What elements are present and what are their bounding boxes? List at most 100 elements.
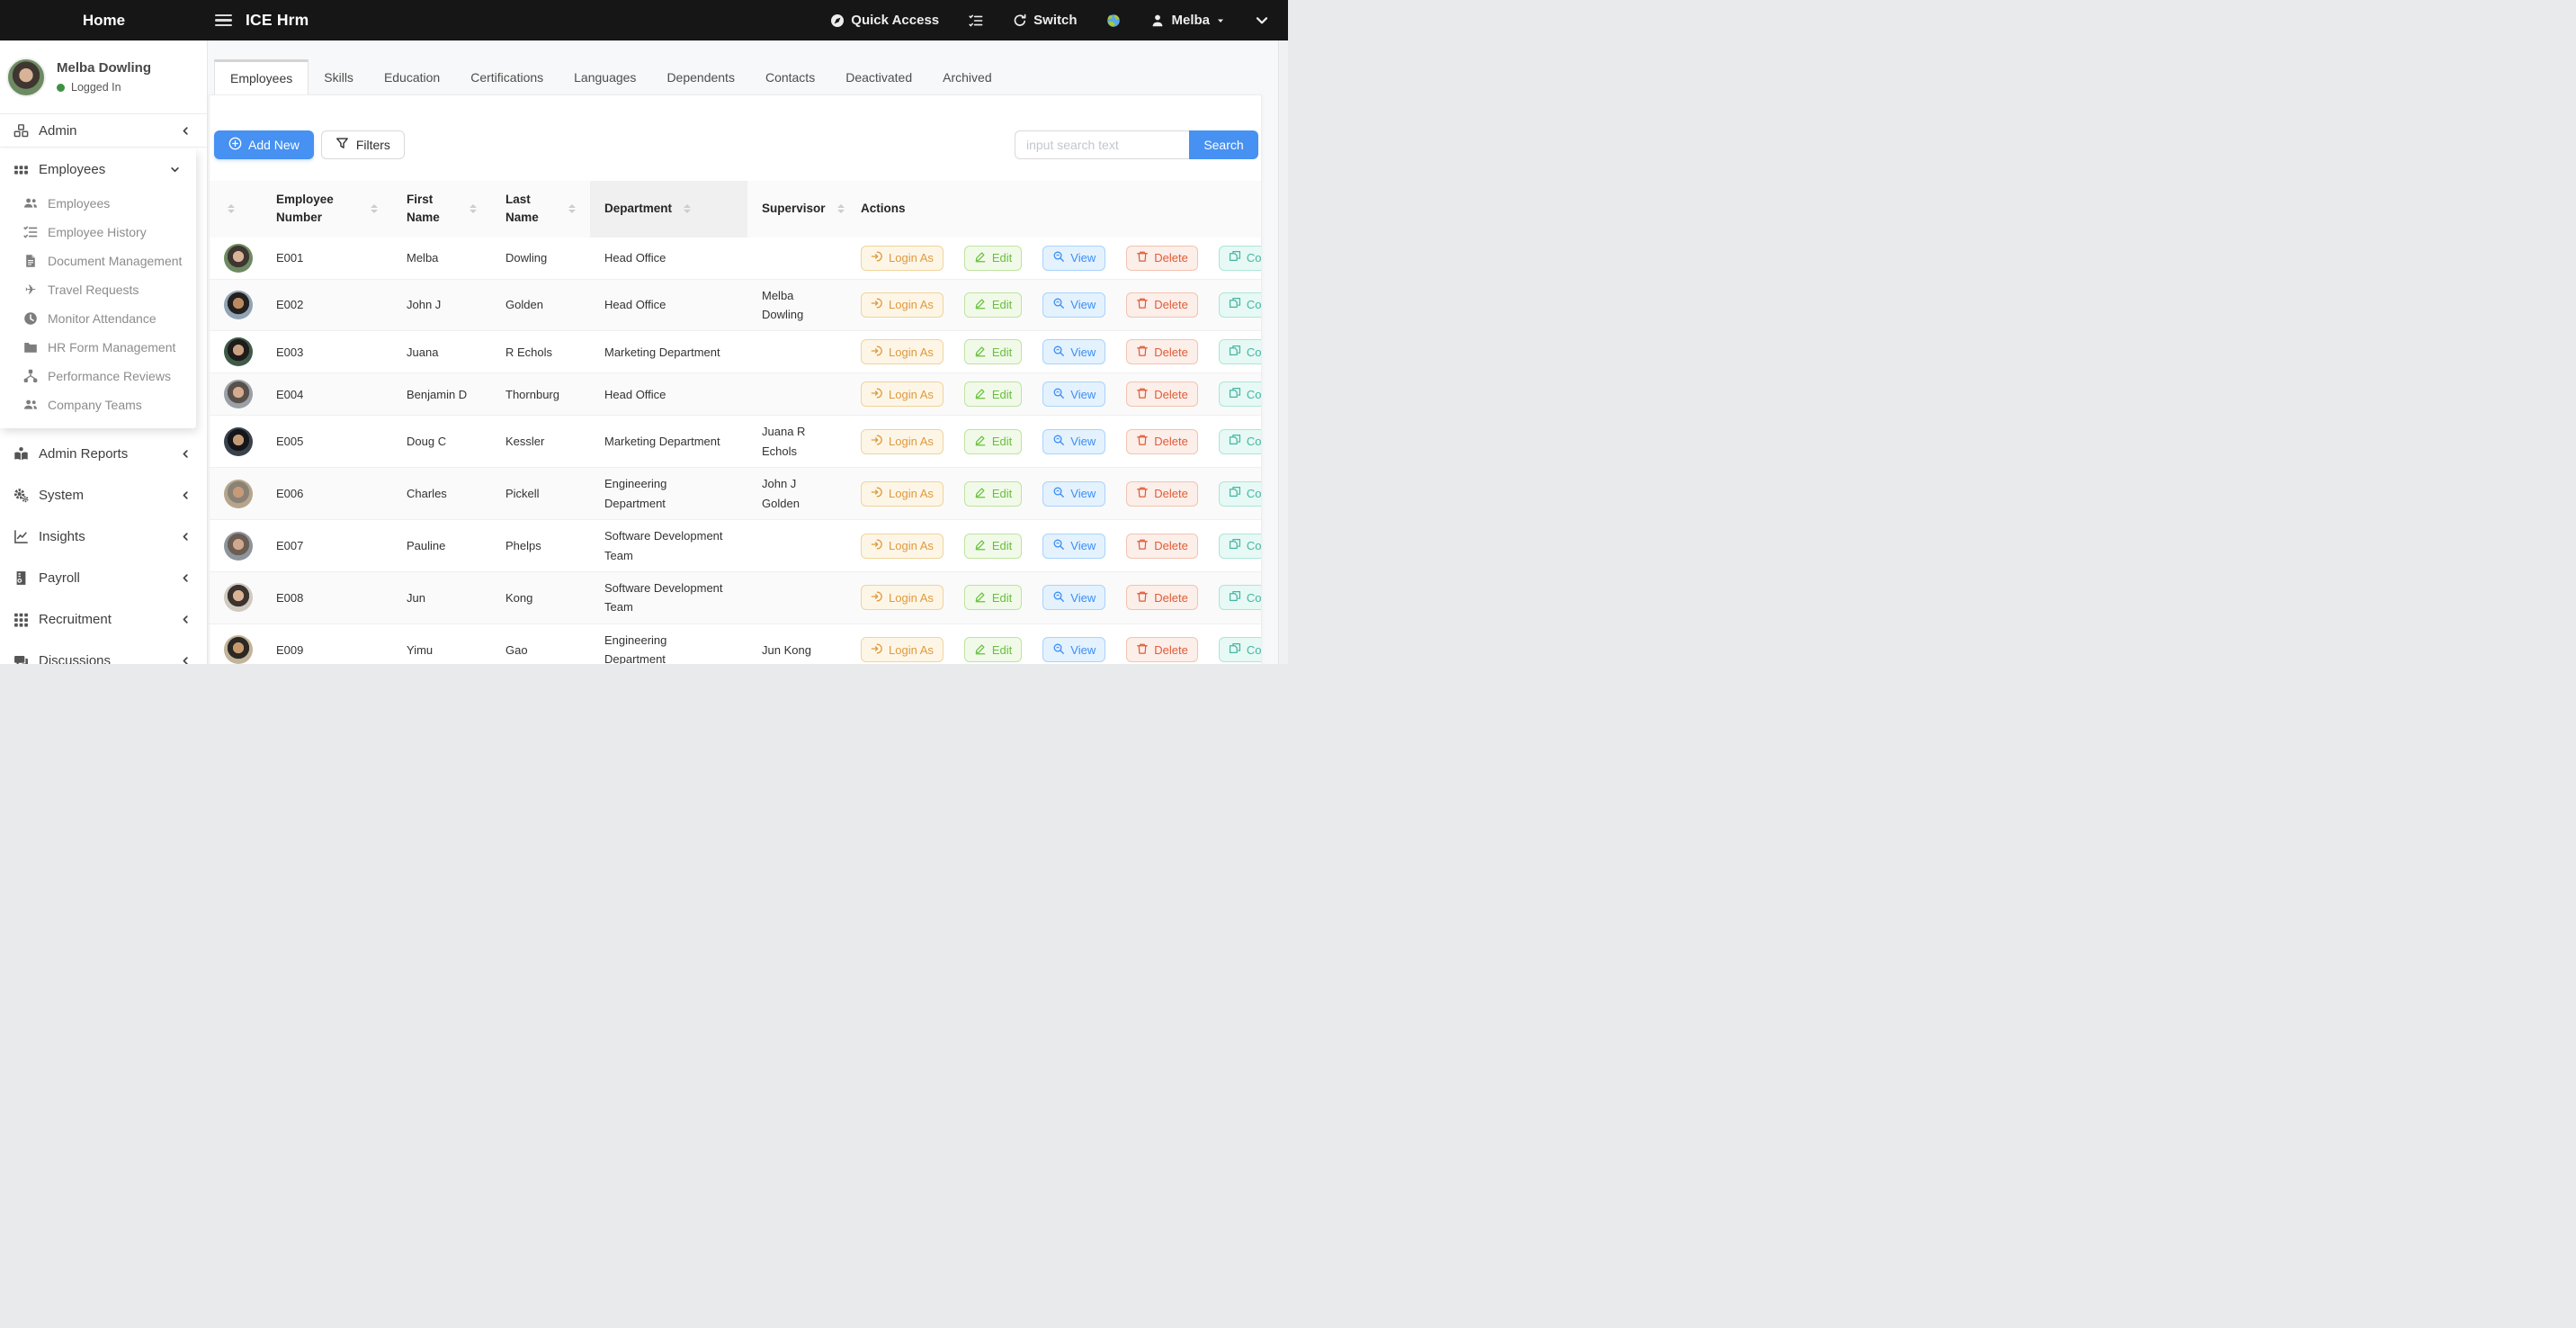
copy-button[interactable]: Copy — [1219, 481, 1262, 507]
sidebar-subitem-employee-history[interactable]: Employee History — [0, 218, 196, 247]
collapse-header-button[interactable] — [1255, 13, 1269, 28]
login-as-button[interactable]: Login As — [861, 292, 944, 318]
view-button[interactable]: View — [1042, 585, 1105, 610]
sidebar-subitem-company-teams[interactable]: Company Teams — [0, 390, 196, 419]
delete-button[interactable]: Delete — [1126, 585, 1198, 610]
sidebar-item-employees[interactable]: Employees — [0, 149, 196, 189]
switch-button[interactable]: Switch — [1013, 13, 1077, 28]
first-name-cell: Doug C — [392, 416, 491, 468]
first-name-cell: Jun — [392, 572, 491, 624]
edit-button[interactable]: Edit — [964, 585, 1022, 610]
delete-button[interactable]: Delete — [1126, 246, 1198, 271]
hamburger-menu-icon[interactable] — [215, 14, 232, 26]
view-button[interactable]: View — [1042, 534, 1105, 559]
quick-access-button[interactable]: Quick Access — [830, 13, 939, 28]
user-menu[interactable]: Melba — [1150, 13, 1225, 28]
tab-contacts[interactable]: Contacts — [750, 59, 830, 94]
sidebar-item-discussions[interactable]: Discussions — [0, 640, 207, 664]
scrollbar[interactable] — [1278, 40, 1288, 664]
sidebar-item-system[interactable]: System — [0, 474, 207, 516]
delete-button[interactable]: Delete — [1126, 429, 1198, 454]
column-header-last-name[interactable]: Last Name — [491, 181, 590, 238]
avatar-cell — [210, 520, 262, 572]
tab-archived[interactable]: Archived — [927, 59, 1006, 94]
copy-button[interactable]: Copy — [1219, 429, 1262, 454]
sidebar-expanded-section: EmployeesEmployeesEmployee HistoryDocume… — [0, 149, 196, 428]
view-button[interactable]: View — [1042, 381, 1105, 407]
edit-button[interactable]: Edit — [964, 339, 1022, 364]
sidebar-subitem-monitor-attendance[interactable]: Monitor Attendance — [0, 304, 196, 333]
filters-button[interactable]: Filters — [321, 130, 405, 159]
login-as-button[interactable]: Login As — [861, 585, 944, 610]
task-list-button[interactable] — [969, 13, 983, 28]
view-button[interactable]: View — [1042, 339, 1105, 364]
login-as-button[interactable]: Login As — [861, 534, 944, 559]
edit-button[interactable]: Edit — [964, 637, 1022, 662]
sidebar-subitem-employees[interactable]: Employees — [0, 189, 196, 218]
tab-deactivated[interactable]: Deactivated — [830, 59, 927, 94]
copy-button[interactable]: Copy — [1219, 381, 1262, 407]
search-input[interactable] — [1015, 130, 1189, 159]
login-as-button[interactable]: Login As — [861, 339, 944, 364]
tab-dependents[interactable]: Dependents — [651, 59, 750, 94]
delete-button[interactable]: Delete — [1126, 292, 1198, 318]
edit-button[interactable]: Edit — [964, 429, 1022, 454]
sidebar-item-recruitment[interactable]: Recruitment — [0, 598, 207, 640]
column-header-avatar[interactable] — [210, 181, 262, 238]
employee-avatar — [224, 532, 253, 561]
tab-education[interactable]: Education — [369, 59, 455, 94]
tab-certifications[interactable]: Certifications — [455, 59, 559, 94]
tab-employees[interactable]: Employees — [214, 59, 309, 94]
view-button[interactable]: View — [1042, 246, 1105, 271]
sidebar-menu: AdminEmployeesEmployeesEmployee HistoryD… — [0, 114, 207, 664]
tab-skills[interactable]: Skills — [309, 59, 369, 94]
sidebar-subitem-hr-form-management[interactable]: HR Form Management — [0, 333, 196, 362]
column-header-supervisor[interactable]: Supervisor — [747, 181, 846, 238]
edit-button[interactable]: Edit — [964, 534, 1022, 559]
folder-icon — [21, 340, 40, 354]
sidebar-subitem-performance-reviews[interactable]: Performance Reviews — [0, 362, 196, 390]
edit-button[interactable]: Edit — [964, 292, 1022, 318]
sidebar-item-insights[interactable]: Insights — [0, 516, 207, 557]
copy-button[interactable]: Copy — [1219, 292, 1262, 318]
view-button[interactable]: View — [1042, 429, 1105, 454]
delete-button[interactable]: Delete — [1126, 534, 1198, 559]
login-as-button[interactable]: Login As — [861, 481, 944, 507]
delete-button[interactable]: Delete — [1126, 637, 1198, 662]
delete-button[interactable]: Delete — [1126, 481, 1198, 507]
login-as-button[interactable]: Login As — [861, 637, 944, 662]
copy-button[interactable]: Copy — [1219, 637, 1262, 662]
edit-button[interactable]: Edit — [964, 381, 1022, 407]
language-globe-button[interactable] — [1106, 13, 1121, 28]
login-as-button[interactable]: Login As — [861, 429, 944, 454]
column-header-employee-number[interactable]: Employee Number — [262, 181, 392, 238]
view-button[interactable]: View — [1042, 292, 1105, 318]
column-header-first-name[interactable]: First Name — [392, 181, 491, 238]
copy-button[interactable]: Copy — [1219, 246, 1262, 271]
sidebar-subitem-document-management[interactable]: Document Management — [0, 247, 196, 275]
sidebar-item-payroll[interactable]: Payroll — [0, 557, 207, 598]
copy-button[interactable]: Copy — [1219, 585, 1262, 610]
edit-button[interactable]: Edit — [964, 481, 1022, 507]
login-as-button[interactable]: Login As — [861, 246, 944, 271]
edit-button[interactable]: Edit — [964, 246, 1022, 271]
search-button[interactable]: Search — [1189, 130, 1258, 159]
sidebar-item-admin-reports[interactable]: Admin Reports — [0, 433, 207, 474]
copy-icon — [1229, 434, 1241, 449]
view-button[interactable]: View — [1042, 481, 1105, 507]
home-link[interactable]: Home — [83, 12, 125, 30]
view-button[interactable]: View — [1042, 637, 1105, 662]
login-as-button[interactable]: Login As — [861, 381, 944, 407]
profile-name: Melba Dowling — [57, 60, 151, 76]
login-icon — [871, 642, 883, 658]
sidebar-subitem-travel-requests[interactable]: ✈Travel Requests — [0, 275, 196, 304]
column-header-department[interactable]: Department — [590, 181, 747, 238]
clock-icon — [21, 311, 40, 326]
add-new-button[interactable]: Add New — [214, 130, 314, 159]
copy-button[interactable]: Copy — [1219, 339, 1262, 364]
delete-button[interactable]: Delete — [1126, 381, 1198, 407]
delete-button[interactable]: Delete — [1126, 339, 1198, 364]
tab-languages[interactable]: Languages — [559, 59, 651, 94]
sidebar-item-admin[interactable]: Admin — [0, 114, 207, 148]
copy-button[interactable]: Copy — [1219, 534, 1262, 559]
